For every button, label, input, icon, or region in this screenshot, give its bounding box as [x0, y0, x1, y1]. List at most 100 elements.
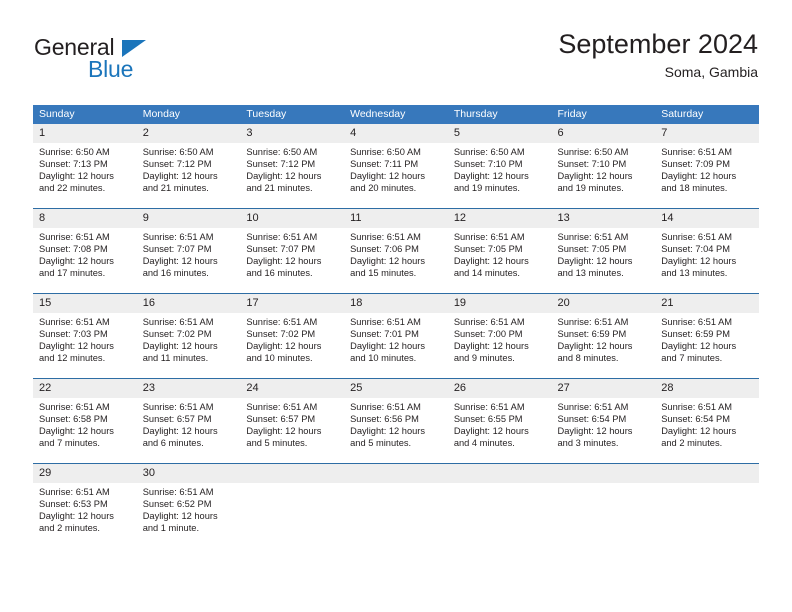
- day-details: Sunrise: 6:51 AM Sunset: 6:54 PM Daylight:…: [552, 398, 656, 449]
- brand-logo[interactable]: General Blue: [34, 34, 234, 84]
- calendar-day-cell[interactable]: 28 Sunrise: 6:51 AM Sunset: 6:54 PM Dayligh…: [655, 378, 759, 464]
- sunrise-text: Sunrise: 6:51 AM: [557, 317, 629, 327]
- day-details: Sunrise: 6:51 AM Sunset: 6:55 PM Daylight:…: [448, 398, 552, 449]
- day-number: 4: [344, 124, 448, 143]
- calendar-day-cell-empty: [344, 463, 448, 548]
- sunset-text: Sunset: 7:10 PM: [453, 159, 523, 170]
- sunset-text: Sunset: 7:01 PM: [350, 329, 419, 340]
- day-number: 23: [136, 379, 241, 398]
- day-number: 28: [655, 379, 759, 398]
- calendar-day-cell[interactable]: 6 Sunrise: 6:50 AM Sunset: 7:10 PM Daylight…: [551, 124, 656, 209]
- sunset-text: Sunset: 7:00 PM: [453, 329, 523, 340]
- calendar-day-cell[interactable]: 9 Sunrise: 6:51 AM Sunset: 7:07 PM Daylight…: [136, 208, 241, 294]
- day-details: Sunrise: 6:51 AM Sunset: 6:58 PM Daylight:…: [33, 398, 137, 449]
- sunrise-text: Sunrise: 6:51 AM: [142, 232, 214, 242]
- calendar-day-cell[interactable]: 25 Sunrise: 6:51 AM Sunset: 6:56 PM Dayligh…: [344, 378, 448, 464]
- day-number: 21: [655, 294, 759, 313]
- sunrise-text: Sunrise: 6:51 AM: [39, 232, 110, 242]
- calendar-day-cell[interactable]: 11 Sunrise: 6:51 AM Sunset: 7:06 PM Dayligh…: [344, 208, 448, 294]
- sunrise-text: Sunrise: 6:51 AM: [557, 402, 629, 412]
- daylight-text-line1: Daylight: 12 hours: [246, 426, 322, 437]
- sunset-text: Sunset: 7:09 PM: [661, 159, 730, 170]
- weekday-header-tuesday: Tuesday: [240, 105, 345, 124]
- calendar-day-cell[interactable]: 13 Sunrise: 6:51 AM Sunset: 7:05 PM Dayligh…: [551, 208, 656, 294]
- calendar-day-cell[interactable]: 2 Sunrise: 6:50 AM Sunset: 7:12 PM Daylight…: [136, 124, 241, 209]
- daylight-text-line2: and 18 minutes.: [661, 183, 728, 194]
- daylight-text-line2: and 16 minutes.: [246, 268, 313, 279]
- calendar-day-cell[interactable]: 24 Sunrise: 6:51 AM Sunset: 6:57 PM Dayligh…: [240, 378, 345, 464]
- daylight-text-line1: Daylight: 12 hours: [142, 171, 218, 182]
- calendar-day-cell[interactable]: 22 Sunrise: 6:51 AM Sunset: 6:58 PM Dayligh…: [33, 378, 137, 464]
- page-header: General Blue September 2024 Soma, Gambia: [0, 0, 792, 100]
- day-number: 13: [551, 209, 656, 228]
- sunrise-text: Sunrise: 6:51 AM: [142, 487, 214, 497]
- day-number: 2: [136, 124, 241, 143]
- day-details: Sunrise: 6:50 AM Sunset: 7:10 PM Daylight:…: [448, 143, 552, 194]
- day-number: 24: [240, 379, 345, 398]
- daylight-text-line2: and 9 minutes.: [453, 353, 515, 364]
- calendar-day-cell[interactable]: 18 Sunrise: 6:51 AM Sunset: 7:01 PM Dayligh…: [344, 293, 448, 379]
- day-details: Sunrise: 6:51 AM Sunset: 6:57 PM Daylight:…: [240, 398, 344, 449]
- weekday-header-sunday: Sunday: [33, 105, 137, 124]
- calendar-week-row: 29 Sunrise: 6:51 AM Sunset: 6:53 PM Dayligh…: [33, 463, 759, 548]
- calendar-day-cell[interactable]: 19 Sunrise: 6:51 AM Sunset: 7:00 PM Dayligh…: [447, 293, 552, 379]
- calendar-day-cell[interactable]: 14 Sunrise: 6:51 AM Sunset: 7:04 PM Dayligh…: [655, 208, 759, 294]
- daylight-text-line2: and 16 minutes.: [142, 268, 209, 279]
- daylight-text-line1: Daylight: 12 hours: [39, 256, 114, 267]
- sunset-text: Sunset: 6:58 PM: [39, 414, 108, 425]
- calendar-day-cell[interactable]: 21 Sunrise: 6:51 AM Sunset: 6:59 PM Dayligh…: [655, 293, 759, 379]
- daylight-text-line2: and 11 minutes.: [142, 353, 209, 364]
- day-details: Sunrise: 6:51 AM Sunset: 7:05 PM Daylight:…: [448, 228, 552, 279]
- sunrise-text: Sunrise: 6:51 AM: [246, 402, 318, 412]
- calendar-day-cell[interactable]: 16 Sunrise: 6:51 AM Sunset: 7:02 PM Dayligh…: [136, 293, 241, 379]
- calendar-day-cell[interactable]: 12 Sunrise: 6:51 AM Sunset: 7:05 PM Dayligh…: [447, 208, 552, 294]
- daylight-text-line2: and 21 minutes.: [246, 183, 313, 194]
- sunset-text: Sunset: 7:03 PM: [39, 329, 108, 340]
- calendar-day-cell[interactable]: 7 Sunrise: 6:51 AM Sunset: 7:09 PM Daylight…: [655, 124, 759, 209]
- calendar-day-cell[interactable]: 4 Sunrise: 6:50 AM Sunset: 7:11 PM Daylight…: [344, 124, 448, 209]
- daylight-text-line1: Daylight: 12 hours: [453, 171, 529, 182]
- calendar-day-cell[interactable]: 20 Sunrise: 6:51 AM Sunset: 6:59 PM Dayligh…: [551, 293, 656, 379]
- day-number: [655, 464, 759, 483]
- sunrise-text: Sunrise: 6:50 AM: [39, 147, 110, 157]
- weekday-header-saturday: Saturday: [655, 105, 759, 124]
- daylight-text-line2: and 14 minutes.: [453, 268, 520, 279]
- calendar-day-cell-empty: [551, 463, 656, 548]
- calendar-day-cell[interactable]: 27 Sunrise: 6:51 AM Sunset: 6:54 PM Dayligh…: [551, 378, 656, 464]
- daylight-text-line1: Daylight: 12 hours: [39, 171, 114, 182]
- day-number: [240, 464, 345, 483]
- sunrise-text: Sunrise: 6:50 AM: [246, 147, 318, 157]
- day-number: 18: [344, 294, 448, 313]
- day-number: 16: [136, 294, 241, 313]
- day-details: Sunrise: 6:51 AM Sunset: 7:03 PM Daylight:…: [33, 313, 137, 364]
- calendar-day-cell[interactable]: 26 Sunrise: 6:51 AM Sunset: 6:55 PM Dayligh…: [447, 378, 552, 464]
- day-details: Sunrise: 6:51 AM Sunset: 7:07 PM Daylight:…: [137, 228, 241, 279]
- calendar-day-cell[interactable]: 15 Sunrise: 6:51 AM Sunset: 7:03 PM Dayligh…: [33, 293, 137, 379]
- calendar-day-cell[interactable]: 5 Sunrise: 6:50 AM Sunset: 7:10 PM Daylight…: [447, 124, 552, 209]
- calendar-day-cell[interactable]: 3 Sunrise: 6:50 AM Sunset: 7:12 PM Daylight…: [240, 124, 345, 209]
- day-details: Sunrise: 6:51 AM Sunset: 6:52 PM Daylight:…: [137, 483, 241, 534]
- calendar-day-cell[interactable]: 8 Sunrise: 6:51 AM Sunset: 7:08 PM Daylight…: [33, 208, 137, 294]
- daylight-text-line1: Daylight: 12 hours: [453, 341, 529, 352]
- calendar-day-cell[interactable]: 17 Sunrise: 6:51 AM Sunset: 7:02 PM Dayligh…: [240, 293, 345, 379]
- sunset-text: Sunset: 7:10 PM: [557, 159, 627, 170]
- day-details: Sunrise: 6:51 AM Sunset: 6:59 PM Daylight:…: [552, 313, 656, 364]
- sunset-text: Sunset: 6:56 PM: [350, 414, 419, 425]
- weekday-header-monday: Monday: [136, 105, 241, 124]
- day-number: [344, 464, 448, 483]
- daylight-text-line1: Daylight: 12 hours: [557, 341, 633, 352]
- sunset-text: Sunset: 6:53 PM: [39, 499, 108, 510]
- sunset-text: Sunset: 6:57 PM: [142, 414, 212, 425]
- calendar-day-cell[interactable]: 23 Sunrise: 6:51 AM Sunset: 6:57 PM Dayligh…: [136, 378, 241, 464]
- brand-name-blue: Blue: [88, 56, 134, 82]
- calendar-day-cell[interactable]: 30 Sunrise: 6:51 AM Sunset: 6:52 PM Dayligh…: [136, 463, 241, 548]
- weekday-header-wednesday: Wednesday: [344, 105, 448, 124]
- calendar-day-cell[interactable]: 1 Sunrise: 6:50 AM Sunset: 7:13 PM Daylight…: [33, 124, 137, 209]
- daylight-text-line2: and 8 minutes.: [557, 353, 619, 364]
- sunset-text: Sunset: 6:57 PM: [246, 414, 316, 425]
- daylight-text-line1: Daylight: 12 hours: [661, 171, 737, 182]
- calendar-day-cell[interactable]: 29 Sunrise: 6:51 AM Sunset: 6:53 PM Dayligh…: [33, 463, 137, 548]
- calendar-day-cell[interactable]: 10 Sunrise: 6:51 AM Sunset: 7:07 PM Dayligh…: [240, 208, 345, 294]
- day-number: 14: [655, 209, 759, 228]
- daylight-text-line2: and 21 minutes.: [142, 183, 209, 194]
